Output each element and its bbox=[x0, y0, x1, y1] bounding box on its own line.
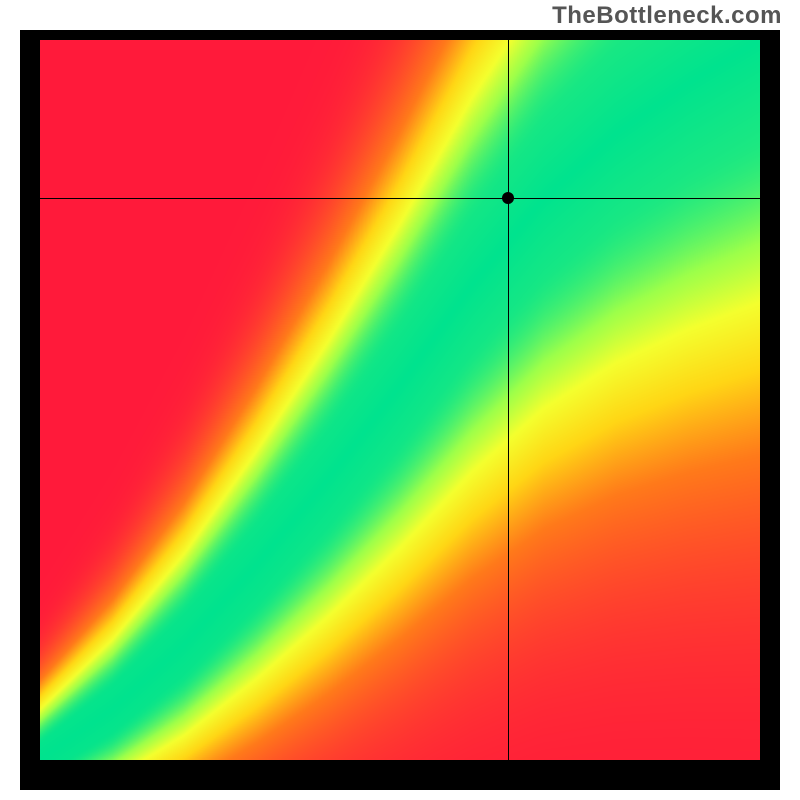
plot-border bbox=[20, 30, 780, 790]
crosshair-horizontal bbox=[40, 198, 760, 199]
watermark-text: TheBottleneck.com bbox=[552, 2, 782, 30]
heatmap-canvas bbox=[40, 40, 760, 760]
crosshair-vertical bbox=[508, 40, 509, 760]
chart-frame: TheBottleneck.com bbox=[0, 0, 800, 800]
plot-area bbox=[40, 40, 760, 760]
